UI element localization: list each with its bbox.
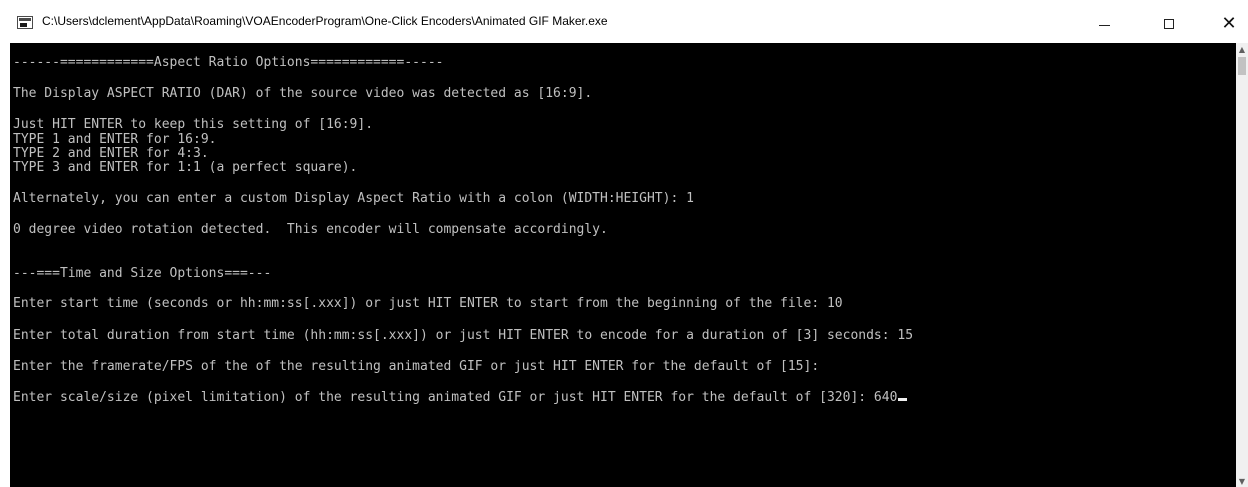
console-line: Enter the framerate/FPS of the of the re… [13, 359, 820, 374]
console-prompt-text: Enter scale/size (pixel limitation) of t… [13, 390, 898, 405]
console-line: Enter start time (seconds or hh:mm:ss[.x… [13, 296, 843, 311]
scroll-down-arrow-icon[interactable]: ▼ [1236, 475, 1248, 487]
console-app-icon[interactable] [17, 16, 33, 29]
console-line: Just HIT ENTER to keep this setting of [… [13, 117, 374, 132]
minimize-icon [1098, 24, 1110, 26]
console-line: Alternately, you can enter a custom Disp… [13, 191, 694, 206]
maximize-button[interactable] [1145, 10, 1193, 38]
scroll-up-arrow-icon[interactable]: ▲ [1236, 43, 1248, 55]
console-input-line[interactable]: Enter scale/size (pixel limitation) of t… [13, 390, 908, 405]
scroll-thumb[interactable] [1238, 57, 1246, 75]
close-button[interactable]: ✕ [1205, 10, 1248, 38]
console-line: 0 degree video rotation detected. This e… [13, 222, 608, 237]
console-line: Enter total duration from start time (hh… [13, 328, 914, 343]
console-line: TYPE 1 and ENTER for 16:9. [13, 132, 217, 147]
window-title: C:\Users\dclement\AppData\Roaming\VOAEnc… [42, 14, 608, 28]
console-line: The Display ASPECT RATIO (DAR) of the so… [13, 86, 593, 101]
console-line: TYPE 3 and ENTER for 1:1 (a perfect squa… [13, 160, 358, 175]
console-window: C:\Users\dclement\AppData\Roaming\VOAEnc… [0, 0, 1248, 487]
text-cursor [898, 398, 908, 401]
maximize-icon [1164, 19, 1174, 29]
close-icon: ✕ [1221, 13, 1237, 34]
console-line: TYPE 2 and ENTER for 4:3. [13, 146, 209, 161]
minimize-button[interactable] [1080, 10, 1128, 38]
title-bar[interactable]: C:\Users\dclement\AppData\Roaming\VOAEnc… [0, 0, 1248, 43]
vertical-scrollbar[interactable]: ▲ ▼ [1236, 43, 1248, 487]
section-header-time-size: ---===Time and Size Options===--- [13, 266, 272, 281]
console-output[interactable]: ------============Aspect Ratio Options==… [10, 43, 1236, 487]
section-header-aspect: ------============Aspect Ratio Options==… [13, 55, 444, 70]
